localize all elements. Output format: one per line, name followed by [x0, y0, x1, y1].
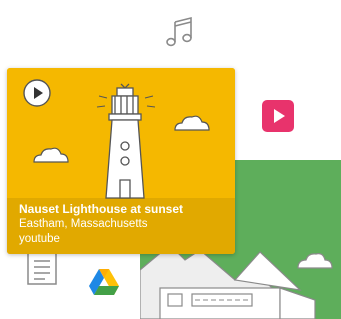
card-caption: Nauset Lighthouse at sunset Eastham, Mas…	[7, 198, 235, 254]
card-title: Nauset Lighthouse at sunset	[19, 202, 184, 216]
video-card[interactable]: Nauset Lighthouse at sunset Eastham, Mas…	[7, 68, 235, 254]
youtube-play-icon[interactable]	[262, 100, 294, 132]
music-note-icon	[166, 16, 192, 47]
google-drive-icon[interactable]	[88, 268, 120, 296]
play-button-icon[interactable]	[22, 78, 52, 108]
card-subtitle: Eastham, Massachusetts	[19, 218, 148, 230]
card-source: youtube	[19, 233, 60, 245]
